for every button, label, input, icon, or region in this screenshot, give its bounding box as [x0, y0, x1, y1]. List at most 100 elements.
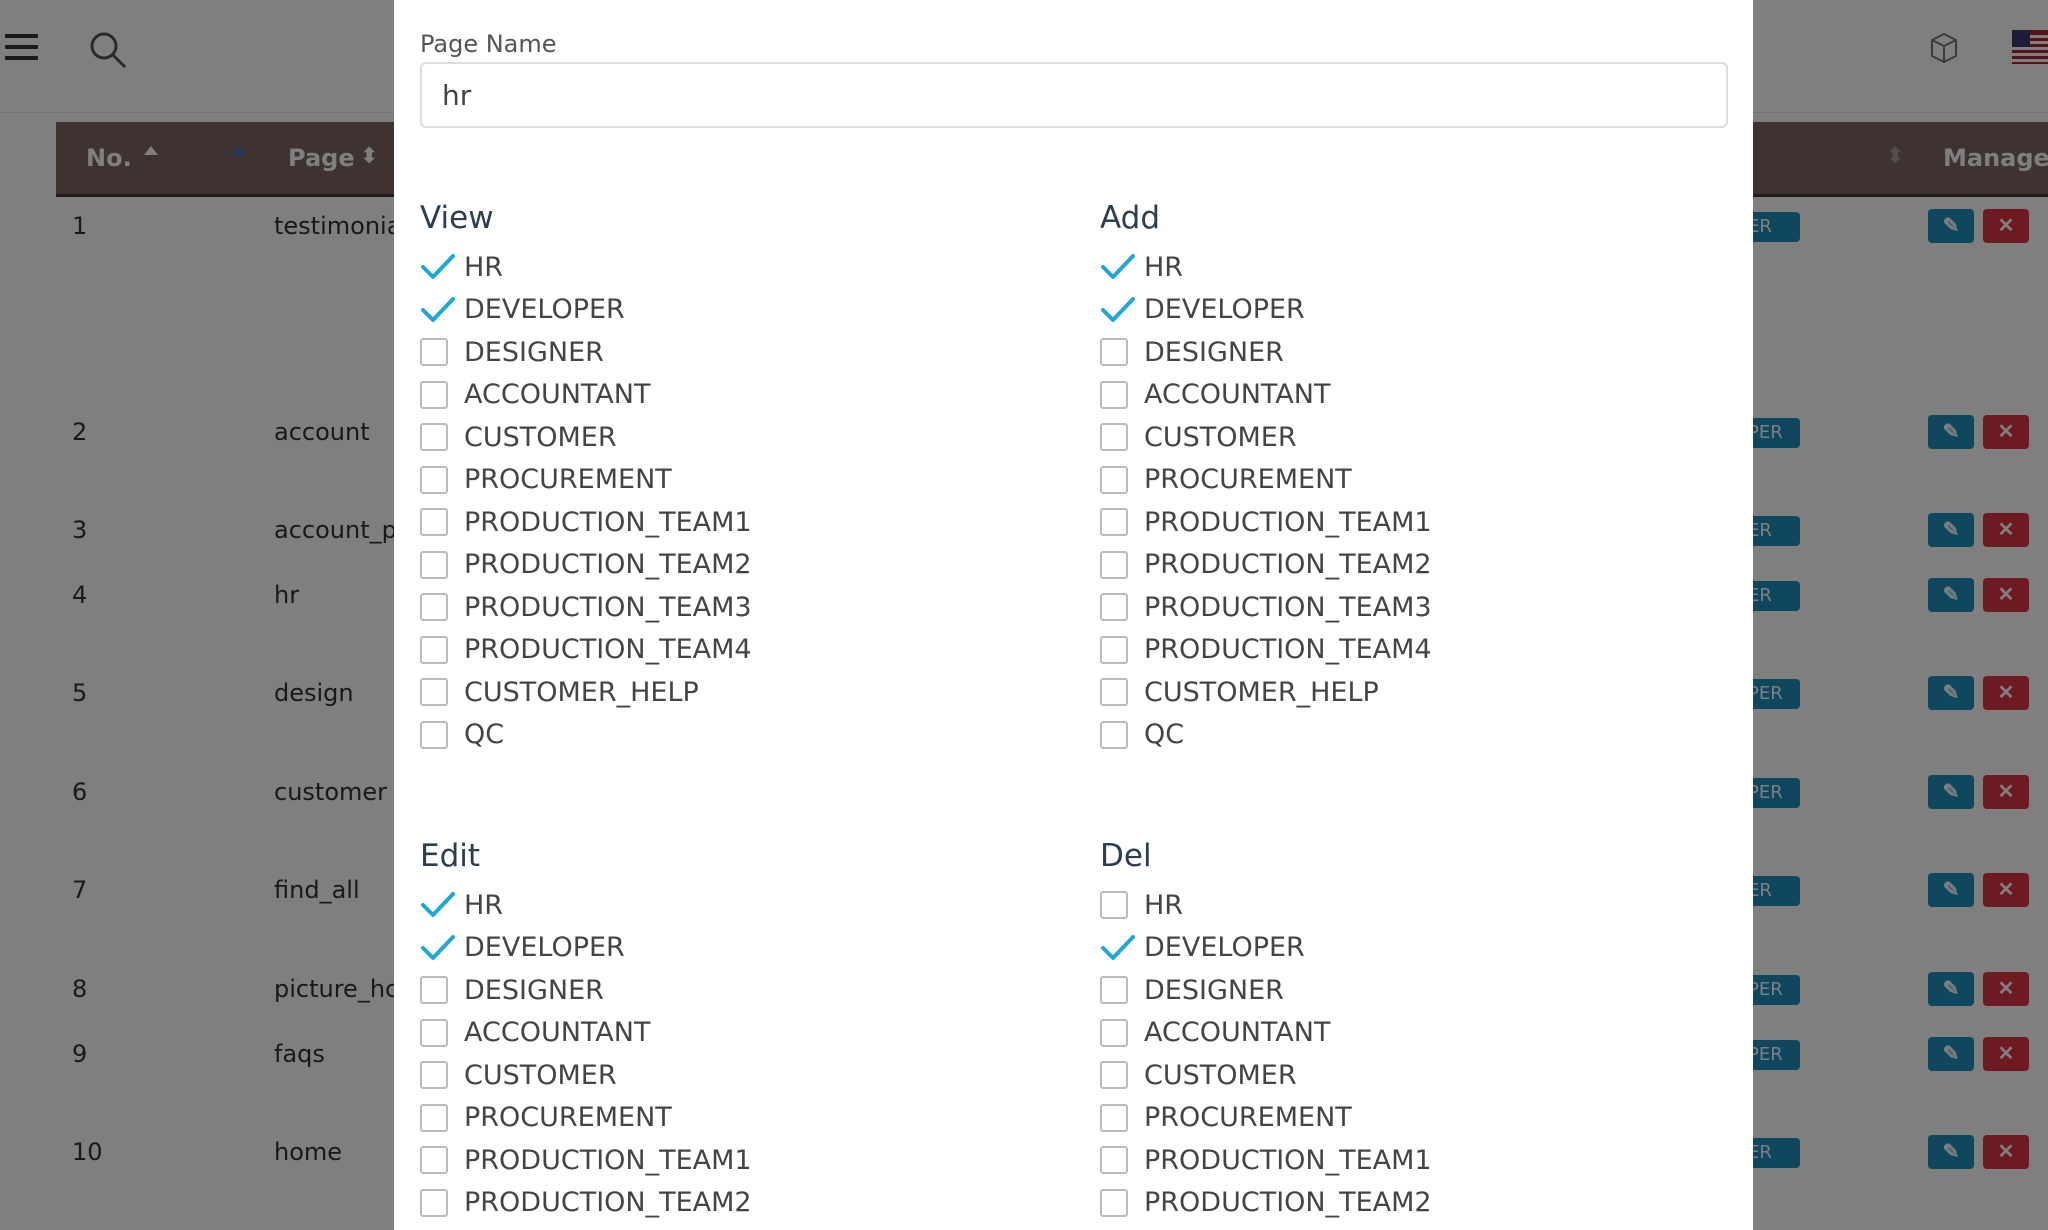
view-permissions-group: View HR DEVELOPER DESIGNER ACCOUNTANT CUSTOM…: [420, 198, 752, 756]
role-option[interactable]: PRODUCTION_TEAM1: [420, 501, 752, 544]
role-option[interactable]: ACCOUNTANT: [420, 1012, 752, 1055]
checkbox[interactable]: [1100, 508, 1128, 537]
role-option-label: QC: [1144, 719, 1185, 751]
role-option-label: DEVELOPER: [464, 932, 625, 964]
role-option-label: HR: [1144, 889, 1184, 921]
checkmark-icon[interactable]: [420, 890, 456, 920]
role-option[interactable]: DEVELOPER: [1100, 927, 1432, 970]
role-option[interactable]: PROCUREMENT: [420, 459, 752, 502]
checkbox[interactable]: [1100, 423, 1128, 452]
role-option[interactable]: DEVELOPER: [1100, 289, 1432, 332]
role-option[interactable]: CUSTOMER_HELP: [1100, 671, 1432, 714]
role-option[interactable]: PRODUCTION_TEAM2: [420, 544, 752, 587]
role-option[interactable]: CUSTOMER: [1100, 1054, 1432, 1097]
role-option[interactable]: PROCUREMENT: [420, 1097, 752, 1140]
role-option[interactable]: CUSTOMER: [1100, 416, 1432, 459]
role-option[interactable]: HR: [420, 246, 752, 289]
role-option-label: DEVELOPER: [1144, 294, 1305, 326]
role-option[interactable]: DESIGNER: [1100, 969, 1432, 1012]
group-title-edit: Edit: [420, 838, 481, 874]
checkbox[interactable]: [420, 678, 448, 707]
page-name-input[interactable]: [420, 62, 1728, 128]
role-option[interactable]: DESIGNER: [420, 969, 752, 1012]
checkmark-icon[interactable]: [1100, 295, 1136, 325]
role-option[interactable]: PROCUREMENT: [1100, 459, 1432, 502]
checkmark-icon[interactable]: [420, 295, 456, 325]
checkbox[interactable]: [420, 338, 448, 367]
checkbox[interactable]: [1100, 1146, 1128, 1175]
checkbox[interactable]: [1100, 1061, 1128, 1090]
role-option-label: CUSTOMER: [464, 421, 617, 453]
role-option-label: DESIGNER: [1144, 336, 1284, 368]
group-title-add: Add: [1100, 200, 1161, 236]
role-option-label: PRODUCTION_TEAM2: [464, 1187, 752, 1219]
role-option-label: PRODUCTION_TEAM1: [464, 506, 752, 538]
role-option[interactable]: ACCOUNTANT: [420, 374, 752, 417]
checkmark-icon[interactable]: [1100, 933, 1136, 963]
role-option[interactable]: ACCOUNTANT: [1100, 374, 1432, 417]
role-option[interactable]: DESIGNER: [420, 331, 752, 374]
checkbox[interactable]: [420, 1103, 448, 1132]
checkmark-icon[interactable]: [1100, 252, 1136, 282]
checkbox[interactable]: [1100, 550, 1128, 579]
role-option[interactable]: QC: [1100, 714, 1432, 757]
role-option[interactable]: HR: [1100, 884, 1432, 927]
role-option-label: PRODUCTION_TEAM1: [464, 1144, 752, 1176]
checkmark-icon[interactable]: [420, 252, 456, 282]
role-option[interactable]: PRODUCTION_TEAM3: [1100, 586, 1432, 629]
checkbox[interactable]: [420, 380, 448, 409]
role-option[interactable]: CUSTOMER: [420, 1054, 752, 1097]
role-option[interactable]: HR: [1100, 246, 1432, 289]
checkbox[interactable]: [420, 593, 448, 622]
role-option[interactable]: DEVELOPER: [420, 927, 752, 970]
checkbox[interactable]: [420, 465, 448, 494]
role-option[interactable]: PRODUCTION_TEAM1: [1100, 501, 1432, 544]
role-option[interactable]: DEVELOPER: [420, 289, 752, 332]
role-option-label: CUSTOMER: [1144, 421, 1297, 453]
role-option[interactable]: CUSTOMER_HELP: [420, 671, 752, 714]
role-option[interactable]: PRODUCTION_TEAM4: [420, 629, 752, 672]
checkbox[interactable]: [420, 423, 448, 452]
checkbox[interactable]: [1100, 635, 1128, 664]
checkbox[interactable]: [1100, 338, 1128, 367]
role-option-label: ACCOUNTANT: [1144, 1017, 1331, 1049]
role-option[interactable]: QC: [420, 714, 752, 757]
checkbox[interactable]: [1100, 976, 1128, 1005]
checkbox[interactable]: [420, 508, 448, 537]
checkbox[interactable]: [1100, 720, 1128, 749]
checkbox[interactable]: [1100, 1103, 1128, 1132]
role-option[interactable]: PRODUCTION_TEAM3: [420, 586, 752, 629]
checkbox[interactable]: [1100, 465, 1128, 494]
checkbox[interactable]: [420, 976, 448, 1005]
role-option-label: PRODUCTION_TEAM2: [464, 549, 752, 581]
role-option[interactable]: PROCUREMENT: [1100, 1097, 1432, 1140]
role-option-label: HR: [1144, 251, 1184, 283]
role-option[interactable]: PRODUCTION_TEAM2: [420, 1182, 752, 1225]
checkmark-icon[interactable]: [420, 933, 456, 963]
checkbox[interactable]: [1100, 1018, 1128, 1047]
checkbox[interactable]: [420, 550, 448, 579]
role-option-label: HR: [464, 251, 504, 283]
checkbox[interactable]: [420, 720, 448, 749]
role-option[interactable]: CUSTOMER: [420, 416, 752, 459]
checkbox[interactable]: [420, 635, 448, 664]
checkbox[interactable]: [420, 1018, 448, 1047]
role-option[interactable]: PRODUCTION_TEAM4: [1100, 629, 1432, 672]
role-option[interactable]: PRODUCTION_TEAM2: [1100, 544, 1432, 587]
role-option[interactable]: HR: [420, 884, 752, 927]
checkbox[interactable]: [420, 1061, 448, 1090]
role-option-label: PRODUCTION_TEAM2: [1144, 1187, 1432, 1219]
checkbox[interactable]: [420, 1146, 448, 1175]
checkbox[interactable]: [1100, 891, 1128, 920]
role-option[interactable]: ACCOUNTANT: [1100, 1012, 1432, 1055]
checkbox[interactable]: [1100, 1188, 1128, 1217]
role-option[interactable]: PRODUCTION_TEAM1: [420, 1139, 752, 1182]
role-option[interactable]: PRODUCTION_TEAM2: [1100, 1182, 1432, 1225]
role-option-label: CUSTOMER_HELP: [464, 676, 699, 708]
role-option[interactable]: DESIGNER: [1100, 331, 1432, 374]
checkbox[interactable]: [1100, 380, 1128, 409]
checkbox[interactable]: [1100, 678, 1128, 707]
role-option[interactable]: PRODUCTION_TEAM1: [1100, 1139, 1432, 1182]
checkbox[interactable]: [420, 1188, 448, 1217]
checkbox[interactable]: [1100, 593, 1128, 622]
